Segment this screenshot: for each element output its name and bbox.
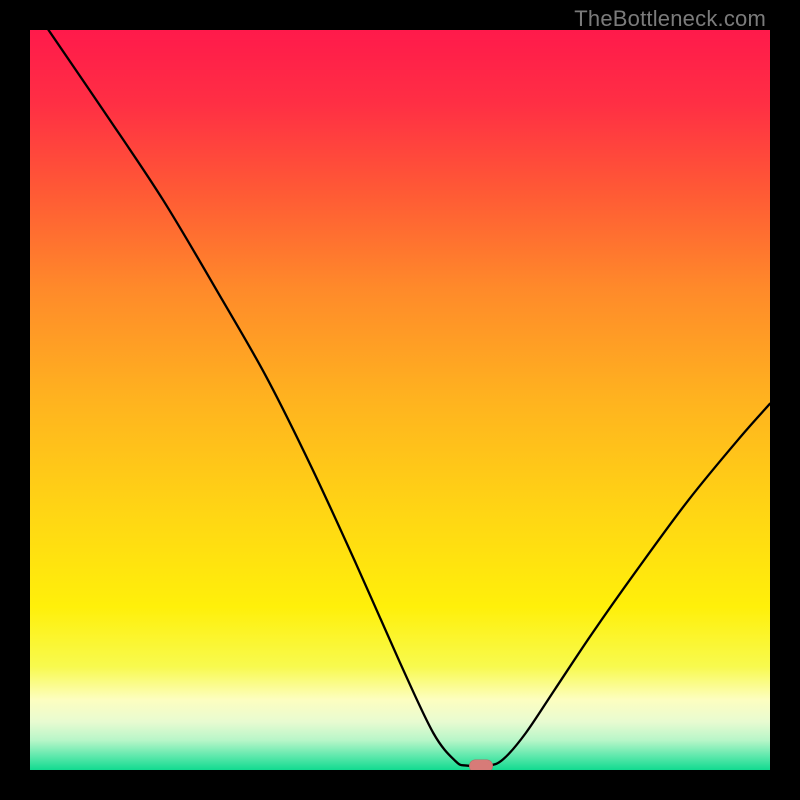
chart-frame: TheBottleneck.com — [0, 0, 800, 800]
plot-area — [30, 30, 770, 770]
bottleneck-curve — [30, 30, 770, 770]
watermark-label: TheBottleneck.com — [574, 6, 766, 32]
optimal-marker — [469, 759, 493, 770]
